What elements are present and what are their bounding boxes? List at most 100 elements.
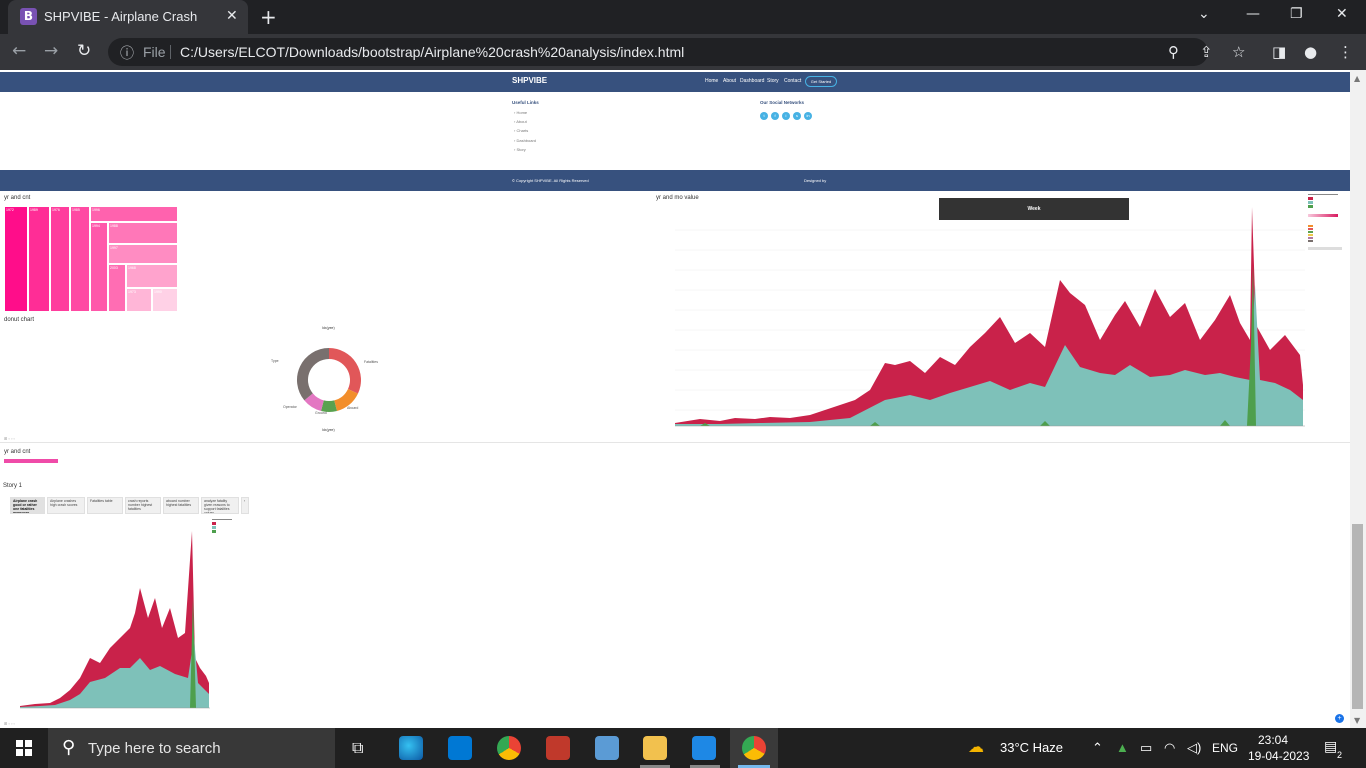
treemap-cell[interactable]: 1990 xyxy=(152,288,178,312)
legend-swatch[interactable] xyxy=(1308,228,1313,230)
legend-swatch-fatalities[interactable] xyxy=(1308,197,1313,200)
nav-story[interactable]: Story xyxy=(767,78,779,84)
nav-dashboard[interactable]: Dashboard xyxy=(740,78,764,84)
footer-link-dashboard[interactable]: › Dashboard xyxy=(514,138,536,143)
story-tab[interactable]: Airplane crashes high crash scores xyxy=(47,497,85,514)
get-started-button[interactable]: Get Started xyxy=(805,76,837,87)
instagram-icon[interactable]: i xyxy=(782,112,790,120)
share-icon[interactable]: ⇪ xyxy=(1200,43,1213,61)
volume-icon[interactable]: ◁) xyxy=(1187,740,1201,756)
language-indicator[interactable]: ENG xyxy=(1212,741,1238,755)
browser-tab[interactable]: B SHPVIBE - Airplane Crash ✕ xyxy=(8,0,248,34)
store-icon[interactable] xyxy=(448,736,472,760)
reload-icon[interactable]: ↻ xyxy=(77,41,91,61)
wifi-icon[interactable]: ◠ xyxy=(1164,740,1175,756)
chrome-active-icon[interactable] xyxy=(742,736,766,760)
skype-icon[interactable]: s xyxy=(793,112,801,120)
legend-swatch[interactable] xyxy=(1308,237,1313,239)
legend-swatch-fatalities[interactable] xyxy=(212,522,216,525)
scroll-up-icon[interactable]: ▲ xyxy=(1354,74,1360,83)
weather-text[interactable]: 33°C Haze xyxy=(1000,740,1063,755)
story-tab-more[interactable]: › xyxy=(241,497,249,514)
address-bar[interactable]: ⓘ File C:/Users/ELCOT/Downloads/bootstra… xyxy=(108,38,1208,66)
vscode-icon[interactable] xyxy=(692,736,716,760)
task-view-icon[interactable]: ⧉ xyxy=(352,740,363,758)
site-logo[interactable]: SHPVIBE xyxy=(512,76,547,85)
tableau-footer-link[interactable]: ⊞ ▫ ▫ ▫ xyxy=(4,436,15,441)
show-hidden-icons-icon[interactable]: ⌃ xyxy=(1092,740,1103,756)
legend-color-ramp[interactable] xyxy=(1308,214,1338,217)
restore-icon[interactable]: ❐ xyxy=(1290,6,1303,22)
linkedin-icon[interactable]: in xyxy=(804,112,812,120)
url-text[interactable]: C:/Users/ELCOT/Downloads/bootstrap/Airpl… xyxy=(180,44,684,60)
windows-start-icon[interactable] xyxy=(16,740,32,756)
snipping-tool-icon[interactable] xyxy=(546,736,570,760)
treemap-cell[interactable]: 1972 xyxy=(4,206,28,312)
legend-swatch-ground[interactable] xyxy=(1308,205,1313,208)
treemap-cell[interactable]: 1976 xyxy=(50,206,70,312)
legend-swatch-aboard[interactable] xyxy=(1308,201,1313,204)
new-tab-icon[interactable]: + xyxy=(260,5,277,29)
info-icon[interactable]: ⓘ xyxy=(120,43,134,63)
footer-link-about[interactable]: › About xyxy=(514,119,527,124)
nav-about[interactable]: About xyxy=(723,78,736,84)
close-tab-icon[interactable]: ✕ xyxy=(226,8,238,24)
app-tray-icon[interactable]: ▲ xyxy=(1116,740,1129,755)
story-tab[interactable]: aboard number highest fatalities xyxy=(163,497,199,514)
minimize-icon[interactable]: — xyxy=(1246,6,1260,22)
story-tab[interactable]: crash reports number highest fatalities xyxy=(125,497,161,514)
profile-icon[interactable]: ● xyxy=(1304,43,1317,61)
facebook-icon[interactable]: f xyxy=(771,112,779,120)
treemap-cell[interactable]: 1985 xyxy=(70,206,90,312)
back-icon[interactable]: ← xyxy=(12,41,26,61)
treemap-cell[interactable]: 1994 xyxy=(90,222,108,312)
tableau-icon[interactable] xyxy=(595,736,619,760)
nav-contact[interactable]: Contact xyxy=(784,78,801,84)
nav-home[interactable]: Home xyxy=(705,78,718,84)
clock-time[interactable]: 23:04 xyxy=(1258,733,1288,747)
edge-icon[interactable] xyxy=(399,736,423,760)
clock-date[interactable]: 19-04-2023 xyxy=(1248,749,1309,763)
treemap-cell[interactable]: 1973 xyxy=(126,288,152,312)
treemap-cell[interactable]: 1997 xyxy=(108,244,178,264)
legend-swatch[interactable] xyxy=(1308,234,1313,236)
scrollbar-thumb[interactable] xyxy=(1352,524,1363,709)
legend-swatch-aboard[interactable] xyxy=(212,526,216,529)
legend-swatch[interactable] xyxy=(1308,240,1313,242)
notification-icon[interactable]: ▤ xyxy=(1324,738,1337,755)
donut-slice[interactable] xyxy=(329,348,361,394)
tab-search-icon[interactable]: ⌄ xyxy=(1198,6,1210,22)
battery-icon[interactable]: ▭ xyxy=(1140,740,1152,756)
treemap-cell[interactable]: 1988 xyxy=(108,222,178,244)
legend-swatch[interactable] xyxy=(1308,231,1313,233)
treemap-cell[interactable]: 2003 xyxy=(108,264,126,312)
legend-swatch[interactable] xyxy=(1308,225,1313,227)
file-explorer-icon[interactable] xyxy=(643,736,667,760)
zoom-icon[interactable]: ⚲ xyxy=(1168,43,1179,61)
side-panel-icon[interactable]: ◨ xyxy=(1272,43,1286,61)
floating-action-icon[interactable]: + xyxy=(1335,714,1344,723)
legend-slider[interactable] xyxy=(1308,247,1342,250)
close-window-icon[interactable]: ✕ xyxy=(1336,6,1348,22)
twitter-icon[interactable]: t xyxy=(760,112,768,120)
footer-link-home[interactable]: › Home xyxy=(514,110,527,115)
forward-icon[interactable]: → xyxy=(44,41,58,61)
story-footer-link[interactable]: ⊞ ▫ ▫ ▫ xyxy=(4,721,15,726)
treemap-cell[interactable]: 1996 xyxy=(90,206,178,222)
story-tab[interactable]: analyze fatality given reasons to suppor… xyxy=(201,497,239,514)
taskbar-search-box[interactable]: ⚲ Type here to search xyxy=(48,728,335,768)
bookmark-star-icon[interactable]: ☆ xyxy=(1232,43,1245,61)
mini-bar[interactable] xyxy=(4,459,58,463)
footer-link-story[interactable]: › Story xyxy=(514,147,526,152)
menu-kebab-icon[interactable]: ⋮ xyxy=(1338,43,1353,61)
donut-slice[interactable] xyxy=(297,348,329,401)
scroll-down-icon[interactable]: ▼ xyxy=(1354,716,1360,725)
chrome-icon[interactable] xyxy=(497,736,521,760)
footer-link-charts[interactable]: › Charts xyxy=(514,128,528,133)
story-tab[interactable]: Airplane crash good or rather one fatali… xyxy=(10,497,45,514)
story-tab[interactable]: Fatalities table xyxy=(87,497,123,514)
treemap-cell[interactable]: 1968 xyxy=(126,264,178,288)
weather-icon[interactable]: ☁ xyxy=(968,737,984,757)
treemap-cell[interactable]: 1989 xyxy=(28,206,50,312)
legend-swatch-ground[interactable] xyxy=(212,530,216,533)
